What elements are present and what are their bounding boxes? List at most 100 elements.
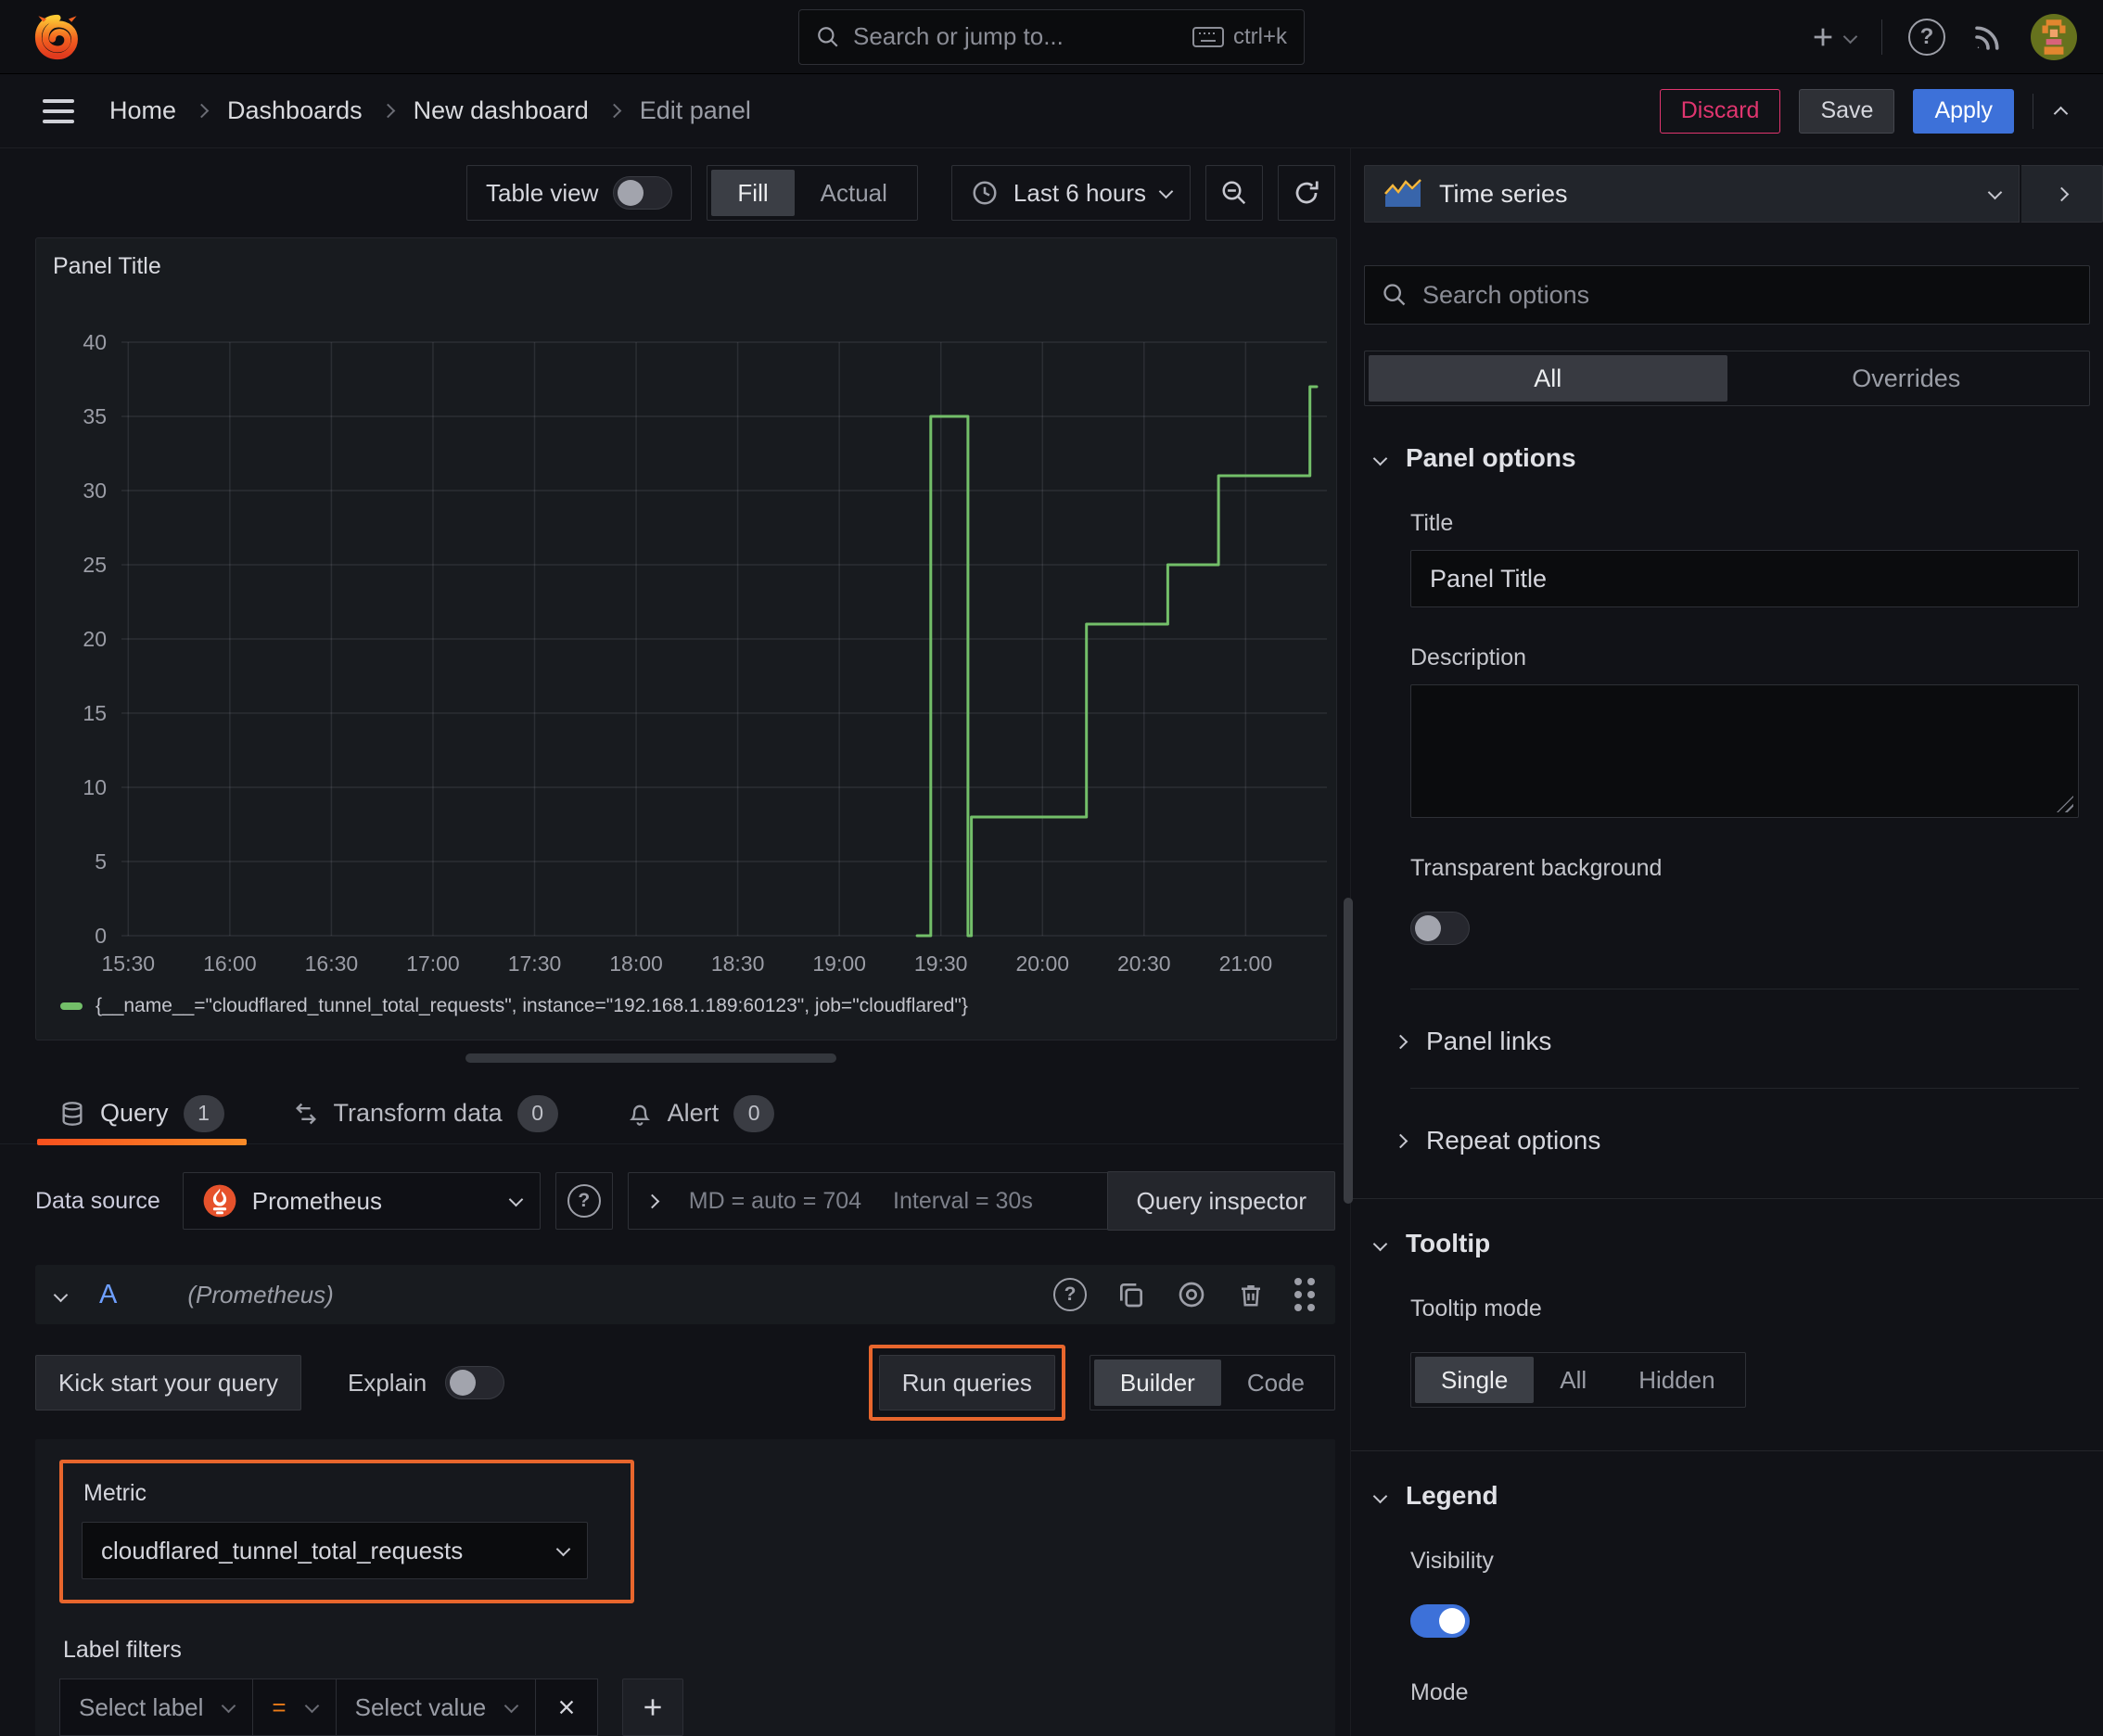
drag-handle-icon[interactable] <box>1294 1278 1315 1311</box>
legend-series-label[interactable]: {__name__="cloudflared_tunnel_total_requ… <box>96 995 968 1017</box>
resize-handle[interactable] <box>2057 796 2073 812</box>
max-data-points-stat: MD = auto = 704 <box>688 1187 862 1214</box>
query-ref-id: A <box>99 1279 118 1309</box>
add-filter-button[interactable] <box>622 1679 684 1736</box>
help-button[interactable]: ? <box>1908 18 1945 56</box>
select-value-dropdown[interactable]: Select value <box>336 1679 537 1736</box>
query-help-icon[interactable]: ? <box>1053 1278 1087 1311</box>
news-rss-icon[interactable] <box>1971 20 2005 54</box>
kickstart-query-button[interactable]: Kick start your query <box>35 1355 301 1410</box>
discard-button[interactable]: Discard <box>1659 88 1781 134</box>
legend-section-header[interactable]: Legend <box>1351 1451 2103 1511</box>
collapse-query-chevron[interactable] <box>53 1287 69 1302</box>
chevron-right-icon <box>1393 1133 1408 1148</box>
menu-toggle-button[interactable] <box>43 98 74 123</box>
tooltip-single-option[interactable]: Single <box>1415 1357 1535 1403</box>
chevron-right-icon <box>380 103 395 119</box>
run-queries-annotation-box: Run queries <box>868 1345 1065 1421</box>
breadcrumb-dashboards[interactable]: Dashboards <box>227 96 363 125</box>
description-textarea[interactable] <box>1410 684 2079 818</box>
time-range-picker[interactable]: Last 6 hours <box>950 165 1191 221</box>
legend-visibility-toggle[interactable] <box>1410 1604 1470 1638</box>
fill-option[interactable]: Fill <box>711 170 795 216</box>
refresh-icon <box>1295 181 1319 204</box>
run-queries-button[interactable]: Run queries <box>878 1355 1055 1410</box>
select-label-dropdown[interactable]: Select label <box>59 1679 254 1736</box>
datasource-help-button[interactable]: ? <box>554 1172 613 1230</box>
horizontal-scrollbar[interactable] <box>465 1053 836 1063</box>
svg-text:17:30: 17:30 <box>508 951 562 976</box>
duplicate-query-icon[interactable] <box>1116 1280 1146 1309</box>
tab-all[interactable]: All <box>1369 355 1727 402</box>
actual-option[interactable]: Actual <box>795 170 913 216</box>
tab-transform-data[interactable]: Transform data 0 <box>271 1083 580 1143</box>
svg-text:17:00: 17:00 <box>406 951 460 976</box>
query-row-header[interactable]: A (Prometheus) ? <box>35 1265 1335 1324</box>
svg-text:15: 15 <box>83 701 107 725</box>
chevron-right-icon <box>194 103 210 119</box>
tooltip-section-header[interactable]: Tooltip <box>1351 1199 2103 1258</box>
transparent-background-toggle[interactable] <box>1410 912 1470 945</box>
top-navbar: Search or jump to... ctrl+k ? <box>0 0 2103 74</box>
code-option[interactable]: Code <box>1221 1359 1331 1406</box>
visualization-picker[interactable]: Time series <box>1364 165 2020 223</box>
tooltip-hidden-option[interactable]: Hidden <box>1612 1357 1740 1403</box>
toggle-viz-picker-button[interactable] <box>2021 165 2103 223</box>
tab-alert[interactable]: Alert 0 <box>605 1083 797 1143</box>
svg-text:20:00: 20:00 <box>1015 951 1069 976</box>
tab-overrides[interactable]: Overrides <box>1727 355 2086 402</box>
title-label: Title <box>1410 510 1454 536</box>
operator-dropdown[interactable]: = <box>253 1679 337 1736</box>
svg-text:5: 5 <box>95 849 107 874</box>
refresh-button[interactable] <box>1278 165 1335 221</box>
vertical-scrollbar[interactable] <box>1344 898 1353 1204</box>
builder-option[interactable]: Builder <box>1093 1359 1221 1406</box>
bell-icon <box>629 1104 650 1126</box>
user-avatar[interactable] <box>2031 13 2077 60</box>
apply-button[interactable]: Apply <box>1913 88 2014 134</box>
collapse-chevron-up-icon[interactable] <box>2053 106 2069 121</box>
disable-query-eye-icon[interactable] <box>1176 1280 1207 1309</box>
expand-options-chevron[interactable] <box>644 1194 660 1208</box>
options-search-input[interactable]: Search options <box>1364 265 2090 325</box>
explain-toggle[interactable] <box>445 1366 505 1399</box>
global-search-input[interactable]: Search or jump to... ctrl+k <box>798 8 1305 65</box>
add-new-button[interactable] <box>1810 24 1858 50</box>
table-view-toggle[interactable] <box>613 176 673 210</box>
search-icon <box>818 26 838 47</box>
transparent-background-label: Transparent background <box>1410 855 1663 881</box>
database-icon <box>62 1101 83 1126</box>
title-input[interactable]: Panel Title <box>1410 550 2079 607</box>
datasource-picker[interactable]: Prometheus <box>182 1172 541 1230</box>
chart-panel[interactable]: Panel Title 0 5 10 15 20 25 30 35 40 15:30 16:00 16… <box>35 237 1337 1040</box>
chart-legend[interactable]: {__name__="cloudflared_tunnel_total_requ… <box>60 995 968 1017</box>
save-button[interactable]: Save <box>1799 88 1895 134</box>
remove-filter-button[interactable] <box>536 1679 599 1736</box>
svg-text:18:30: 18:30 <box>711 951 765 976</box>
tooltip-all-option[interactable]: All <box>1534 1357 1612 1403</box>
svg-text:19:30: 19:30 <box>914 951 968 976</box>
svg-text:40: 40 <box>83 330 107 354</box>
svg-text:15:30: 15:30 <box>102 951 156 976</box>
datasource-value: Prometheus <box>251 1186 382 1215</box>
fill-actual-segment: Fill Actual <box>707 165 918 221</box>
metric-select[interactable]: cloudflared_tunnel_total_requests <box>82 1522 588 1579</box>
grafana-app: Search or jump to... ctrl+k ? Home Dashb… <box>0 0 2103 1736</box>
panel-links-section[interactable]: Panel links <box>1351 989 2103 1056</box>
tab-alert-label: Alert <box>667 1099 720 1127</box>
tab-query[interactable]: Query 1 <box>37 1083 247 1145</box>
query-inspector-button[interactable]: Query inspector <box>1107 1171 1335 1231</box>
zoom-out-button[interactable] <box>1205 165 1263 221</box>
tooltip-mode-label: Tooltip mode <box>1410 1296 1542 1321</box>
delete-query-trash-icon[interactable] <box>1237 1280 1265 1309</box>
svg-text:16:00: 16:00 <box>203 951 257 976</box>
breadcrumb-new-dashboard[interactable]: New dashboard <box>414 96 589 125</box>
grafana-logo-icon[interactable] <box>33 13 82 61</box>
visualization-value: Time series <box>1439 179 1568 208</box>
options-pane: Time series Search options All Overrides <box>1350 148 2103 1736</box>
time-series-chart[interactable]: 0 5 10 15 20 25 30 35 40 15:30 16:00 16:30 17:00 17:3… <box>36 238 1336 986</box>
panel-options-section-header[interactable]: Panel options <box>1351 406 2103 473</box>
chevron-down-icon <box>508 1192 524 1206</box>
repeat-options-section[interactable]: Repeat options <box>1351 1089 2103 1155</box>
breadcrumb-home[interactable]: Home <box>109 96 176 125</box>
